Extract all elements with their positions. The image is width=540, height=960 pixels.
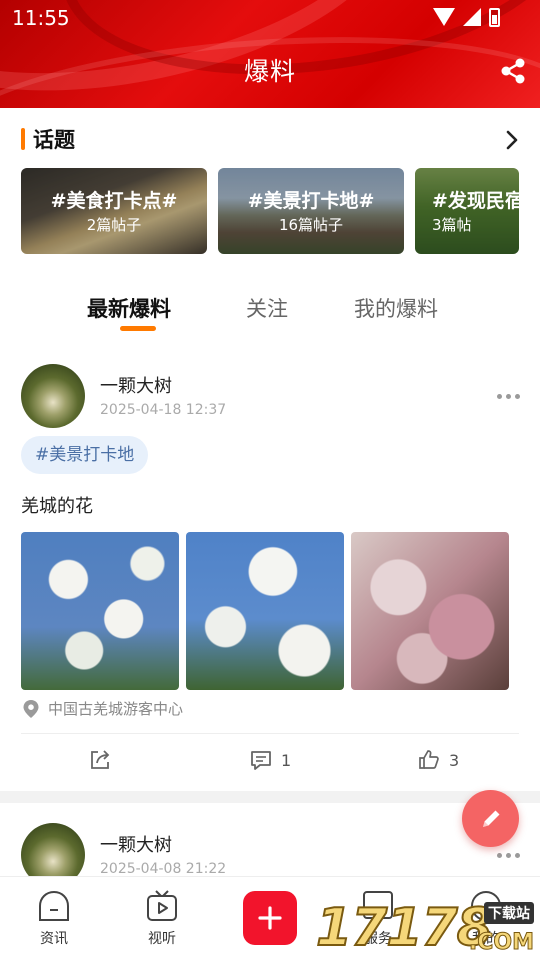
share-out-icon bbox=[91, 750, 110, 769]
topic-card-homestay[interactable]: #发现民宿 3篇帖 bbox=[415, 168, 519, 254]
topic-tag[interactable]: #美景打卡地 bbox=[21, 436, 149, 474]
section-accent-bar bbox=[21, 128, 25, 150]
topic-name: #发现民宿 bbox=[432, 190, 519, 212]
thumbs-up-icon bbox=[419, 750, 439, 769]
signal-icon bbox=[463, 8, 481, 26]
post-card[interactable]: 一颗大树 2025-04-08 21:22 bbox=[0, 803, 540, 883]
post-card[interactable]: 一颗大树 2025-04-18 12:37 #美景打卡地 羌城的花 中国古羌城游… bbox=[0, 344, 540, 791]
wifi-icon bbox=[433, 8, 455, 26]
post-photo[interactable] bbox=[186, 532, 344, 690]
avatar[interactable] bbox=[21, 823, 85, 883]
avatar[interactable] bbox=[21, 364, 85, 428]
tab-following[interactable]: 关注 bbox=[246, 293, 288, 323]
news-icon bbox=[39, 890, 69, 921]
nav-media[interactable]: 视听 bbox=[132, 889, 192, 948]
nav-label: 我的 bbox=[472, 931, 500, 947]
comment-count: 1 bbox=[281, 750, 292, 770]
location-text: 中国古羌城游客中心 bbox=[48, 700, 184, 718]
compose-post-button[interactable] bbox=[462, 790, 519, 847]
page-title: 爆料 bbox=[243, 57, 296, 86]
nav-profile[interactable]: 我的 bbox=[456, 889, 516, 948]
location-pin-icon bbox=[23, 699, 39, 718]
topic-post-count: 16篇帖子 bbox=[278, 216, 344, 234]
chevron-right-icon[interactable] bbox=[502, 128, 522, 152]
active-tab-indicator bbox=[120, 326, 156, 331]
topic-card-scenery[interactable]: #美景打卡地# 16篇帖子 bbox=[218, 168, 404, 254]
topic-post-count: 2篇帖子 bbox=[86, 216, 142, 234]
tv-icon bbox=[147, 890, 177, 921]
post-photo[interactable] bbox=[21, 532, 179, 690]
nav-services[interactable]: 服务 bbox=[348, 889, 408, 948]
topics-section: 话题 #美食打卡点# 2篇帖子 #美景打卡地# 16篇帖子 #发现民宿 3篇帖 bbox=[0, 108, 540, 281]
nav-label: 服务 bbox=[364, 931, 392, 947]
comment-icon bbox=[251, 751, 271, 770]
pencil-icon bbox=[482, 810, 499, 827]
status-time: 11:55 bbox=[12, 6, 70, 30]
feed-tabs: 最新爆料 关注 我的爆料 bbox=[0, 281, 540, 344]
nav-label: 资讯 bbox=[40, 931, 68, 947]
topic-card-food[interactable]: #美食打卡点# 2篇帖子 bbox=[21, 168, 207, 254]
share-icon[interactable] bbox=[498, 56, 528, 86]
tab-latest[interactable]: 最新爆料 bbox=[87, 293, 171, 323]
more-options-icon[interactable] bbox=[497, 853, 520, 858]
bottom-nav: 资讯 视听 服务 我的 bbox=[0, 876, 540, 960]
comment-button[interactable]: 1 bbox=[249, 748, 291, 772]
author-name[interactable]: 一颗大树 bbox=[100, 831, 172, 857]
services-icon bbox=[363, 891, 393, 919]
author-name[interactable]: 一颗大树 bbox=[100, 372, 172, 398]
topic-post-count: 3篇帖 bbox=[432, 216, 472, 234]
topic-name: #美食打卡点# bbox=[50, 190, 178, 212]
like-count: 3 bbox=[449, 750, 460, 770]
post-location[interactable]: 中国古羌城游客中心 bbox=[22, 698, 183, 719]
nav-label: 视听 bbox=[148, 931, 176, 947]
post-time: 2025-04-08 21:22 bbox=[100, 861, 227, 877]
more-options-icon[interactable] bbox=[497, 394, 520, 399]
post-text: 羌城的花 bbox=[21, 496, 93, 517]
post-time: 2025-04-18 12:37 bbox=[100, 402, 227, 418]
plus-icon bbox=[258, 906, 282, 930]
nav-news[interactable]: 资讯 bbox=[24, 889, 84, 948]
topics-title: 话题 bbox=[33, 128, 75, 152]
share-post-button[interactable] bbox=[88, 748, 112, 772]
divider bbox=[21, 733, 519, 734]
tab-my-posts[interactable]: 我的爆料 bbox=[354, 293, 438, 323]
like-button[interactable]: 3 bbox=[417, 748, 459, 772]
app-header: 11:55 爆料 bbox=[0, 0, 540, 108]
add-button[interactable] bbox=[243, 891, 297, 945]
status-icons bbox=[433, 8, 500, 27]
battery-icon bbox=[489, 8, 500, 27]
topic-name: #美景打卡地# bbox=[247, 190, 375, 212]
post-photo[interactable] bbox=[351, 532, 509, 690]
profile-icon bbox=[471, 891, 501, 921]
